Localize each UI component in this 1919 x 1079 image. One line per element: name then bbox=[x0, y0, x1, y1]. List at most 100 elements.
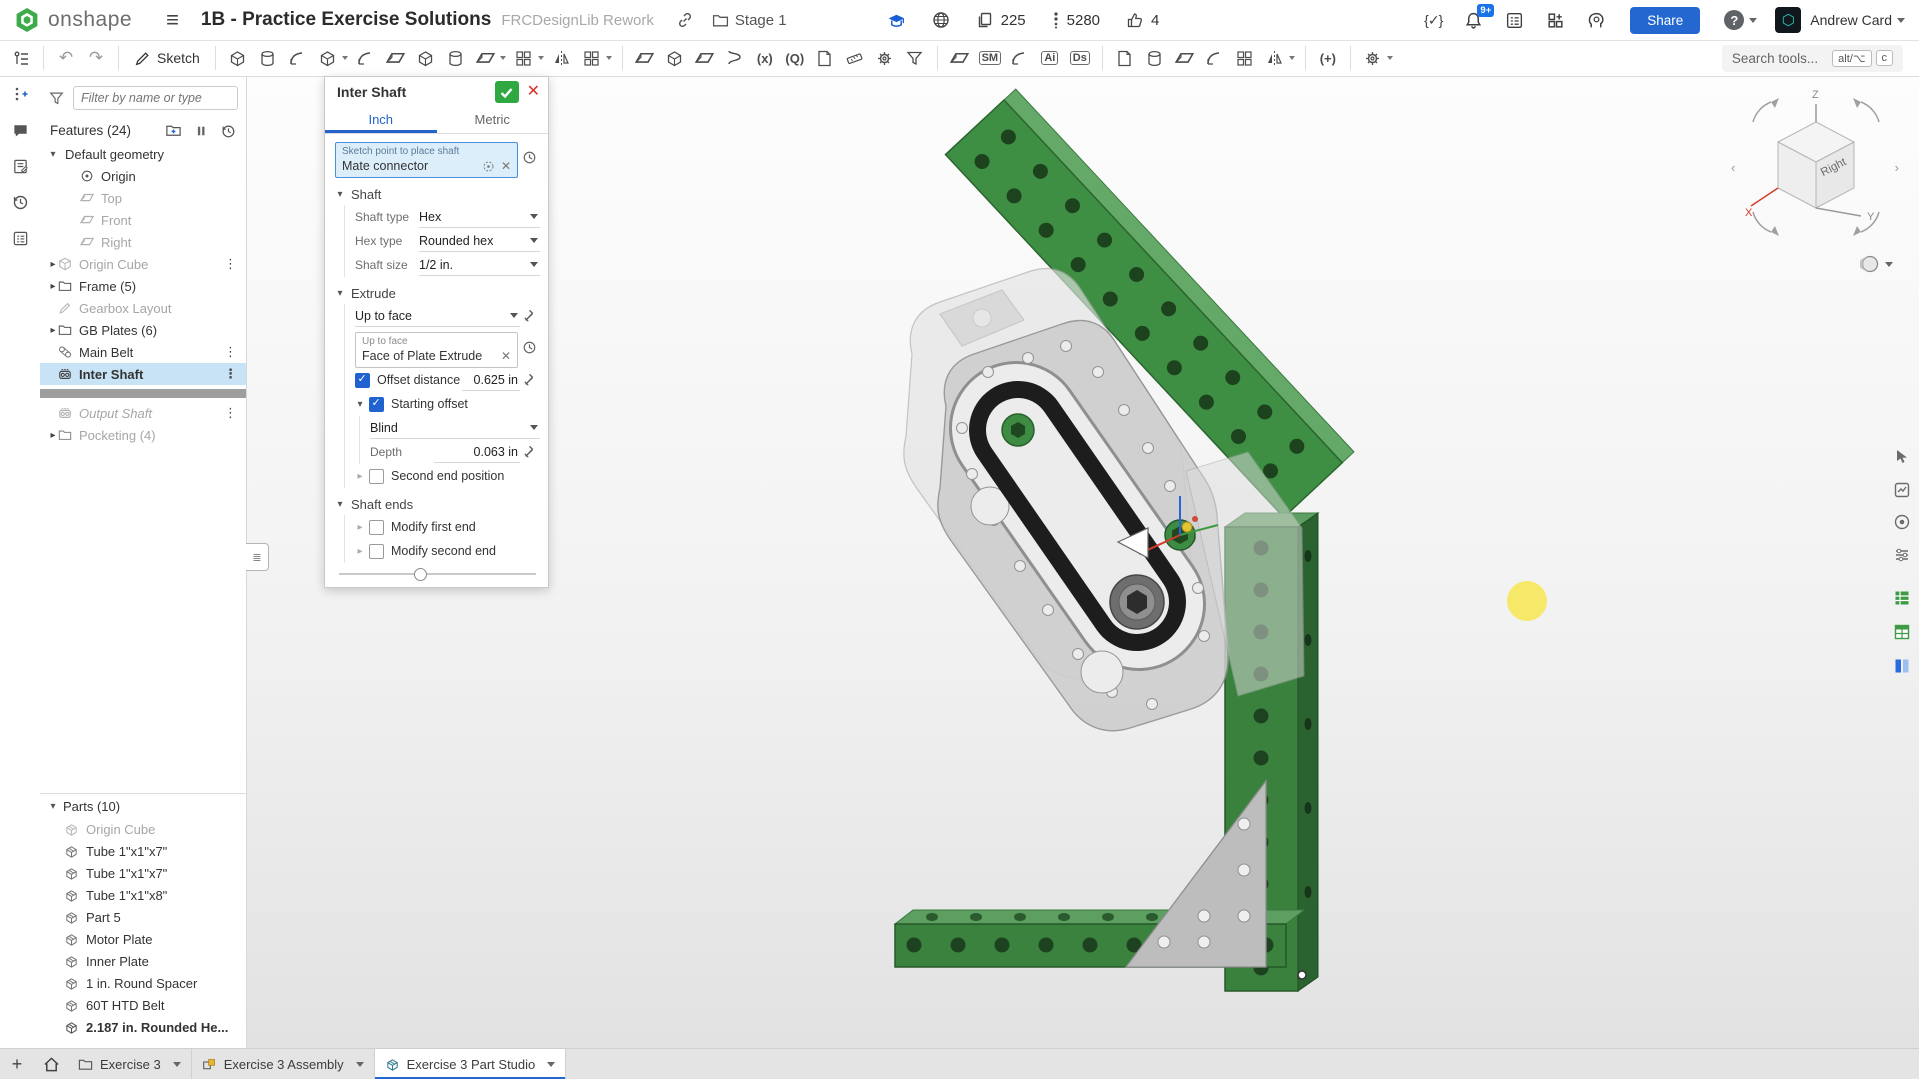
dialog-opacity-slider[interactable] bbox=[339, 573, 536, 575]
transform-tool-icon[interactable] bbox=[662, 45, 688, 71]
feature-filter-input[interactable] bbox=[73, 86, 238, 110]
insert-feature-icon[interactable] bbox=[0, 76, 40, 112]
onshape-logo[interactable]: onshape bbox=[14, 7, 132, 33]
part-item-rounded-hex-shaft[interactable]: 2.187 in. Rounded He... bbox=[40, 1016, 246, 1038]
gusset-plate-part[interactable] bbox=[1126, 781, 1266, 967]
home-button[interactable] bbox=[34, 1049, 68, 1079]
feature-menu-icon[interactable]: ⋮ bbox=[224, 366, 246, 382]
new-tab-button[interactable]: + bbox=[0, 1049, 34, 1079]
expand-icon[interactable]: ▸ bbox=[355, 471, 365, 482]
shell-tool-icon[interactable] bbox=[413, 45, 439, 71]
modify-first-end-checkbox[interactable] bbox=[369, 520, 384, 535]
rollback-drag-handle[interactable]: ≣ bbox=[246, 543, 269, 571]
up-to-face-selection-field[interactable]: Up to face Face of Plate Extrude ✕ bbox=[355, 332, 518, 368]
redo-button[interactable]: ↷ bbox=[83, 45, 109, 71]
user-name[interactable]: Andrew Card bbox=[1810, 12, 1892, 28]
derived-tool-icon[interactable] bbox=[812, 45, 838, 71]
sheet-metal-model-icon[interactable] bbox=[947, 45, 973, 71]
final-query-clock-icon[interactable] bbox=[518, 340, 540, 355]
release-checklist-icon[interactable] bbox=[0, 220, 40, 256]
view-cube[interactable]: Right X Y Z ‹ › bbox=[1731, 84, 1901, 259]
user-menu-caret-icon[interactable] bbox=[1897, 18, 1905, 23]
tab-metric[interactable]: Metric bbox=[437, 107, 549, 133]
hole-tool-icon[interactable] bbox=[443, 45, 469, 71]
expand-icon[interactable]: ▸ bbox=[48, 325, 58, 336]
offset-distance-checkbox[interactable] bbox=[355, 373, 370, 388]
learning-center-icon[interactable] bbox=[1587, 11, 1606, 30]
likes-stat[interactable]: 4 bbox=[1126, 11, 1159, 29]
feature-item-origin[interactable]: Origin bbox=[40, 165, 246, 187]
collapse-icon[interactable]: ▾ bbox=[335, 189, 345, 200]
expand-icon[interactable]: ▾ bbox=[48, 149, 58, 160]
thicken-tool-icon[interactable] bbox=[1112, 45, 1138, 71]
offset-distance-input[interactable]: 0.625 in bbox=[462, 370, 520, 391]
documentation-icon[interactable] bbox=[0, 148, 40, 184]
assembly-context-icon[interactable] bbox=[1360, 45, 1386, 71]
feature-item-front-plane[interactable]: Front bbox=[40, 209, 246, 231]
extrude-type-dropdown[interactable]: Up to face bbox=[355, 305, 520, 327]
draft-caret-icon[interactable] bbox=[500, 56, 506, 60]
final-query-clock-icon[interactable] bbox=[518, 150, 540, 165]
filter-tool-icon[interactable] bbox=[902, 45, 928, 71]
boolean-caret-icon[interactable] bbox=[606, 56, 612, 60]
feature-item-top-plane[interactable]: Top bbox=[40, 187, 246, 209]
sheet-metal-icon[interactable]: SM bbox=[977, 45, 1003, 71]
fillet-tool-icon[interactable] bbox=[353, 45, 379, 71]
notifications-bell-icon[interactable]: 9+ bbox=[1464, 11, 1483, 30]
boolean-tool-icon[interactable] bbox=[579, 45, 605, 71]
rollback-bar[interactable] bbox=[40, 389, 246, 398]
tab-menu-caret-icon[interactable] bbox=[173, 1062, 181, 1067]
panel-toggle-columns[interactable] bbox=[1889, 653, 1915, 679]
ds-tool-icon[interactable]: Ds bbox=[1067, 45, 1093, 71]
depth-input[interactable]: 0.063 in bbox=[434, 442, 520, 463]
expand-icon[interactable]: ▸ bbox=[355, 522, 365, 533]
bottom-pulley-shaft[interactable] bbox=[1110, 575, 1164, 629]
part-item-inner-plate[interactable]: Inner Plate bbox=[40, 950, 246, 972]
flip-direction-icon[interactable] bbox=[520, 309, 540, 323]
undo-button[interactable]: ↶ bbox=[53, 45, 79, 71]
loft-caret-icon[interactable] bbox=[342, 56, 348, 60]
pattern-caret-icon[interactable] bbox=[538, 56, 544, 60]
tab-menu-caret-icon[interactable] bbox=[547, 1062, 555, 1067]
loft-tool-icon[interactable] bbox=[315, 45, 341, 71]
ai-tool-icon[interactable]: Ai bbox=[1037, 45, 1063, 71]
panel-toggle-bom[interactable] bbox=[1889, 585, 1915, 611]
feature-menu-icon[interactable]: ⋮ bbox=[224, 344, 246, 360]
feature-item-inter-shaft[interactable]: Inter Shaft⋮ bbox=[40, 363, 246, 385]
part-item-round-spacer[interactable]: 1 in. Round Spacer bbox=[40, 972, 246, 994]
extrude-tool-icon[interactable] bbox=[225, 45, 251, 71]
chamfer-tool-icon[interactable] bbox=[383, 45, 409, 71]
help-button[interactable]: ? bbox=[1724, 10, 1744, 30]
new-folder-icon[interactable] bbox=[165, 122, 182, 139]
plane-tool-icon[interactable] bbox=[692, 45, 718, 71]
part-item-origin-cube[interactable]: Origin Cube bbox=[40, 818, 246, 840]
offset-surface-tool-icon[interactable] bbox=[1202, 45, 1228, 71]
rotate-left-chevron[interactable]: ‹ bbox=[1731, 160, 1735, 175]
dialog-cancel-button[interactable]: ✕ bbox=[527, 84, 540, 100]
part-item-part5[interactable]: Part 5 bbox=[40, 906, 246, 928]
slider-knob[interactable] bbox=[414, 568, 427, 581]
education-plan-icon[interactable] bbox=[887, 11, 906, 30]
clear-face-icon[interactable]: ✕ bbox=[501, 349, 511, 363]
flange-tool-icon[interactable] bbox=[1007, 45, 1033, 71]
tab-menu-caret-icon[interactable] bbox=[356, 1062, 364, 1067]
dialog-confirm-button[interactable] bbox=[495, 81, 519, 103]
part-item-tube-7a[interactable]: Tube 1"x1"x7" bbox=[40, 840, 246, 862]
part-item-motor-plate[interactable]: Motor Plate bbox=[40, 928, 246, 950]
feature-item-gearbox-layout[interactable]: Gearbox Layout bbox=[40, 297, 246, 319]
flip-depth-icon[interactable] bbox=[520, 445, 540, 459]
starting-offset-checkbox[interactable] bbox=[369, 397, 384, 412]
part-item-tube-8[interactable]: Tube 1"x1"x8" bbox=[40, 884, 246, 906]
tab-exercise-3[interactable]: Exercise 3 bbox=[68, 1049, 192, 1079]
share-button[interactable]: Share bbox=[1630, 7, 1700, 34]
modify-second-end-checkbox[interactable] bbox=[369, 544, 384, 559]
comments-icon[interactable] bbox=[0, 112, 40, 148]
release-tasks-icon[interactable] bbox=[1505, 11, 1524, 30]
feature-item-right-plane[interactable]: Right bbox=[40, 231, 246, 253]
parts-section-header[interactable]: ▾Parts (10) bbox=[40, 794, 246, 818]
part-item-tube-7b[interactable]: Tube 1"x1"x7" bbox=[40, 862, 246, 884]
uses-stat[interactable]: 5280 bbox=[1052, 11, 1100, 29]
feature-item-gb-plates[interactable]: ▸GB Plates (6) bbox=[40, 319, 246, 341]
mirror-tool-icon[interactable] bbox=[549, 45, 575, 71]
tab-exercise-3-part-studio[interactable]: Exercise 3 Part Studio bbox=[375, 1049, 567, 1079]
